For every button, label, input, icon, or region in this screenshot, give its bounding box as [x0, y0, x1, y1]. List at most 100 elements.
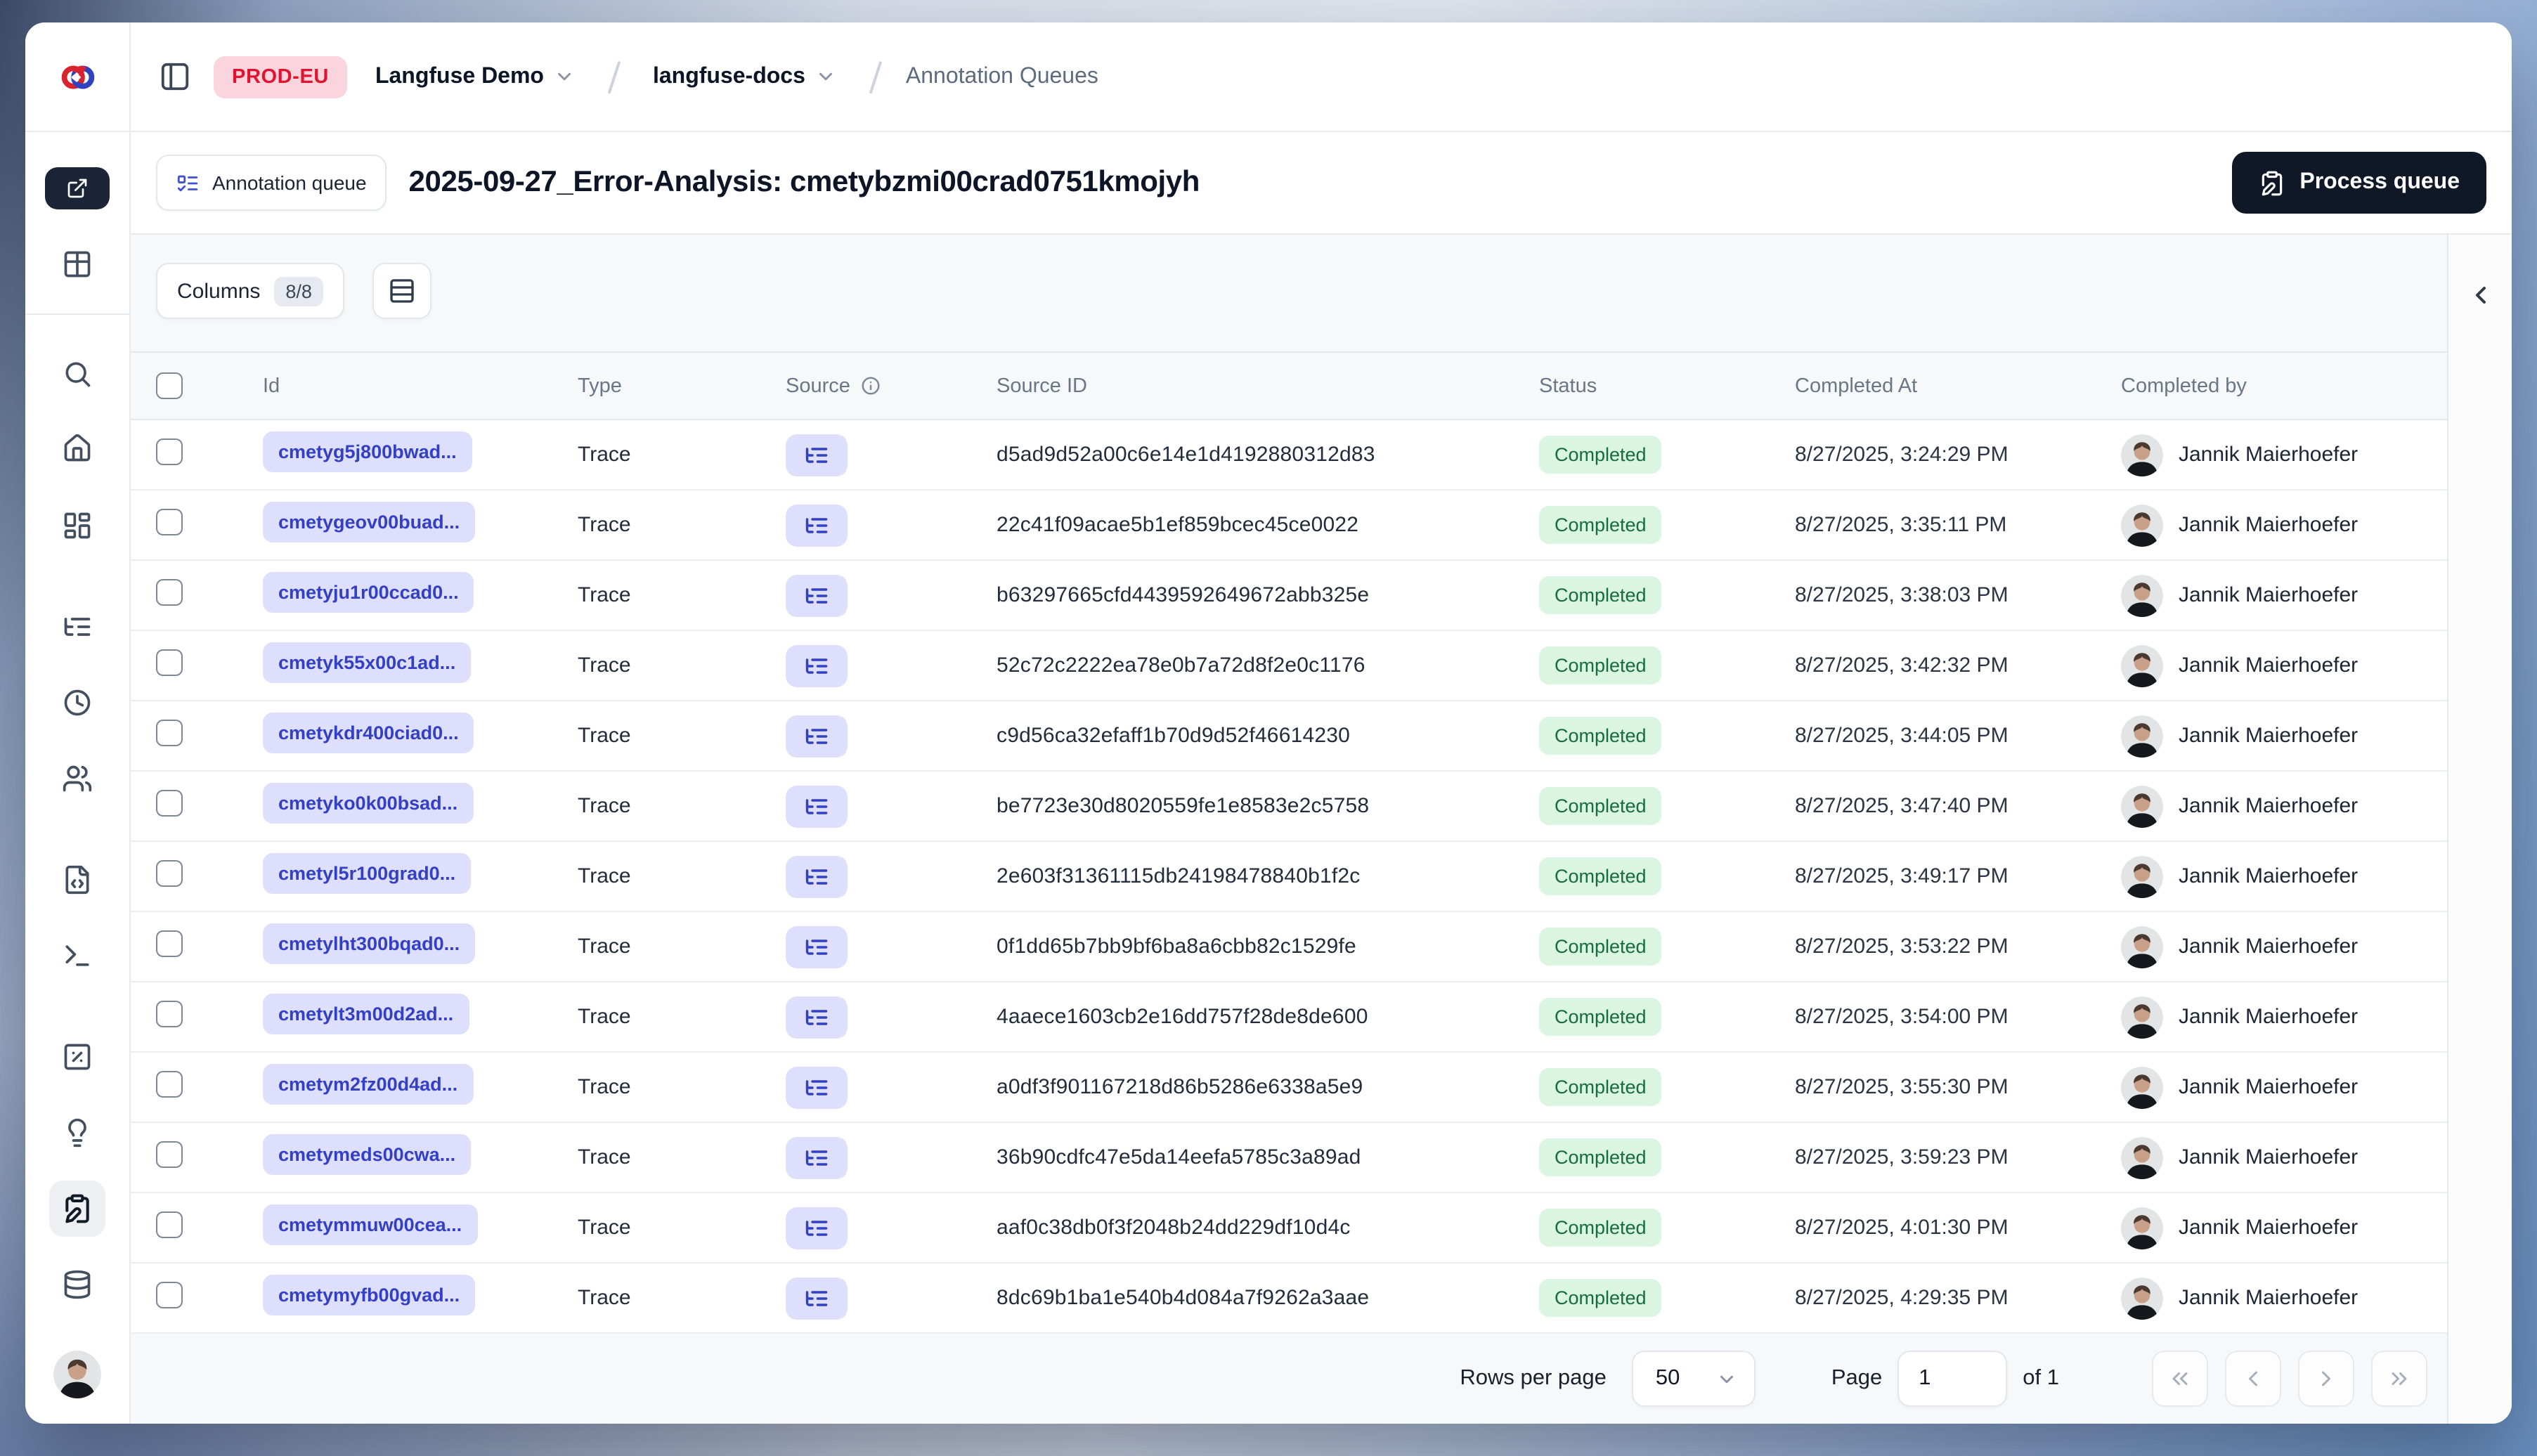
sidebar-item-insights[interactable] — [62, 1117, 93, 1148]
row-source-trace-button[interactable] — [786, 1066, 848, 1108]
sidebar-item-dashboards[interactable] — [62, 510, 93, 541]
file-code-icon — [65, 865, 89, 895]
row-id-link[interactable]: cmetyko0k00bsad... — [263, 782, 474, 823]
row-source-trace-button[interactable] — [786, 996, 848, 1038]
sidebar-item-datasets[interactable] — [62, 1269, 93, 1300]
list-tree-icon — [805, 1009, 828, 1025]
row-id-link[interactable]: cmetyl5r100grad0... — [263, 852, 472, 893]
row-checkbox[interactable] — [156, 789, 183, 816]
row-source-trace-button[interactable] — [786, 925, 848, 968]
row-source-trace-button[interactable] — [786, 504, 848, 546]
previous-page-button[interactable] — [2225, 1351, 2281, 1407]
right-rail — [2447, 235, 2512, 1424]
sidebar-item-prompts[interactable] — [62, 864, 93, 895]
table-row[interactable]: cmetyl5r100grad0... Trace 2e603f31361115… — [131, 842, 2447, 912]
sidebar-item-home[interactable] — [62, 433, 93, 464]
select-all-checkbox[interactable] — [156, 372, 183, 399]
table-row[interactable]: cmetymeds00cwa... Trace 36b90cdfc47e5da1… — [131, 1123, 2447, 1193]
first-page-button[interactable] — [2152, 1351, 2208, 1407]
row-id-link[interactable]: cmetyg5j800bwad... — [263, 431, 472, 472]
row-height-button[interactable] — [372, 263, 432, 319]
row-checkbox[interactable] — [156, 649, 183, 675]
table-row[interactable]: cmetykdr400ciad0... Trace c9d56ca32efaff… — [131, 701, 2447, 772]
column-header-status[interactable]: Status — [1539, 375, 1795, 397]
sidebar-user-avatar[interactable] — [53, 1351, 101, 1398]
row-checkbox[interactable] — [156, 1211, 183, 1237]
row-source-trace-button[interactable] — [786, 574, 848, 616]
list-tree-icon — [805, 658, 828, 673]
row-type: Trace — [578, 864, 631, 888]
row-id-link[interactable]: cmetylt3m00d2ad... — [263, 993, 469, 1034]
row-source-id: b63297665cfd4439592649672abb325e — [997, 583, 1370, 607]
table-row[interactable]: cmetyk55x00c1ad... Trace 52c72c2222ea78e… — [131, 631, 2447, 701]
table-row[interactable]: cmetymyfb00gvad... Trace 8dc69b1ba1e540b… — [131, 1263, 2447, 1334]
row-checkbox[interactable] — [156, 859, 183, 886]
row-checkbox[interactable] — [156, 1070, 183, 1097]
row-user-avatar — [2121, 1277, 2163, 1319]
collapse-panel-button[interactable] — [2458, 267, 2503, 323]
row-source-trace-button[interactable] — [786, 434, 848, 476]
sidebar-item-evaluation[interactable] — [62, 1041, 93, 1072]
row-checkbox[interactable] — [156, 508, 183, 535]
row-checkbox[interactable] — [156, 1281, 183, 1308]
sidebar-item-annotation-queues[interactable] — [49, 1181, 105, 1237]
sidebar-item-traces[interactable] — [62, 611, 93, 642]
row-checkbox[interactable] — [156, 1000, 183, 1027]
page-number-input[interactable] — [1897, 1351, 2008, 1407]
column-header-completed-by[interactable]: Completed by — [2121, 375, 2447, 397]
process-queue-button[interactable]: Process queue — [2232, 152, 2486, 214]
row-id-link[interactable]: cmetymeds00cwa... — [263, 1133, 472, 1174]
table-row[interactable]: cmetylht300bqad0... Trace 0f1dd65b7bb9bf… — [131, 912, 2447, 982]
column-header-type[interactable]: Type — [578, 375, 786, 397]
row-user-name: Jannik Maierhoefer — [2179, 1075, 2358, 1099]
row-source-trace-button[interactable] — [786, 1207, 848, 1249]
row-checkbox[interactable] — [156, 930, 183, 956]
rows-per-page-select[interactable]: 50 — [1631, 1351, 1756, 1407]
row-id-link[interactable]: cmetyju1r00ccad0... — [263, 571, 474, 612]
next-page-button[interactable] — [2298, 1351, 2354, 1407]
sidebar-item-users[interactable] — [62, 763, 93, 794]
row-id-link[interactable]: cmetym2fz00d4ad... — [263, 1063, 474, 1104]
column-header-id[interactable]: Id — [263, 375, 578, 397]
row-source-trace-button[interactable] — [786, 1136, 848, 1178]
row-source-trace-button[interactable] — [786, 785, 848, 827]
sidebar-toggle-button[interactable] — [156, 58, 194, 96]
breadcrumb-separator — [869, 60, 882, 93]
sidebar-item-open-project[interactable] — [45, 167, 110, 209]
row-checkbox[interactable] — [156, 719, 183, 746]
row-checkbox[interactable] — [156, 578, 183, 605]
row-source-trace-button[interactable] — [786, 715, 848, 757]
row-id-link[interactable]: cmetygeov00buad... — [263, 501, 476, 542]
row-source-trace-button[interactable] — [786, 855, 848, 897]
table-row[interactable]: cmetygeov00buad... Trace 22c41f09acae5b1… — [131, 490, 2447, 561]
table-row[interactable]: cmetymmuw00cea... Trace aaf0c38db0f3f204… — [131, 1193, 2447, 1263]
row-source-trace-button[interactable] — [786, 1277, 848, 1319]
column-header-completed-at[interactable]: Completed At — [1795, 375, 2121, 397]
row-id-link[interactable]: cmetylht300bqad0... — [263, 923, 476, 963]
column-header-source[interactable]: Source — [786, 375, 997, 397]
table-row[interactable]: cmetyju1r00ccad0... Trace b63297665cfd44… — [131, 561, 2447, 631]
breadcrumb-org-selector[interactable]: Langfuse Demo — [367, 63, 583, 91]
row-completed-at: 8/27/2025, 3:42:32 PM — [1795, 654, 2009, 677]
sidebar-item-playground[interactable] — [62, 940, 93, 971]
columns-button[interactable]: Columns 8/8 — [156, 263, 344, 319]
sidebar-item-tables[interactable] — [62, 249, 93, 280]
last-page-button[interactable] — [2371, 1351, 2427, 1407]
row-checkbox[interactable] — [156, 438, 183, 464]
sidebar-item-sessions[interactable] — [62, 687, 93, 718]
row-source-trace-button[interactable] — [786, 644, 848, 687]
table-row[interactable]: cmetym2fz00d4ad... Trace a0df3f901167218… — [131, 1053, 2447, 1123]
row-id-link[interactable]: cmetykdr400ciad0... — [263, 712, 474, 753]
list-tree-icon — [805, 1290, 828, 1306]
table-row[interactable]: cmetylt3m00d2ad... Trace 4aaece1603cb2e1… — [131, 982, 2447, 1053]
breadcrumb-project-selector[interactable]: langfuse-docs — [644, 63, 845, 91]
row-id-link[interactable]: cmetyk55x00c1ad... — [263, 642, 472, 682]
table-row[interactable]: cmetyko0k00bsad... Trace be7723e30d80205… — [131, 772, 2447, 842]
clipboard-pen-icon — [65, 1194, 89, 1223]
row-id-link[interactable]: cmetymmuw00cea... — [263, 1204, 478, 1244]
table-row[interactable]: cmetyg5j800bwad... Trace d5ad9d52a00c6e1… — [131, 420, 2447, 490]
sidebar-item-search[interactable] — [62, 358, 93, 389]
column-header-source-id[interactable]: Source ID — [997, 375, 1539, 397]
row-id-link[interactable]: cmetymyfb00gvad... — [263, 1274, 476, 1315]
row-checkbox[interactable] — [156, 1140, 183, 1167]
